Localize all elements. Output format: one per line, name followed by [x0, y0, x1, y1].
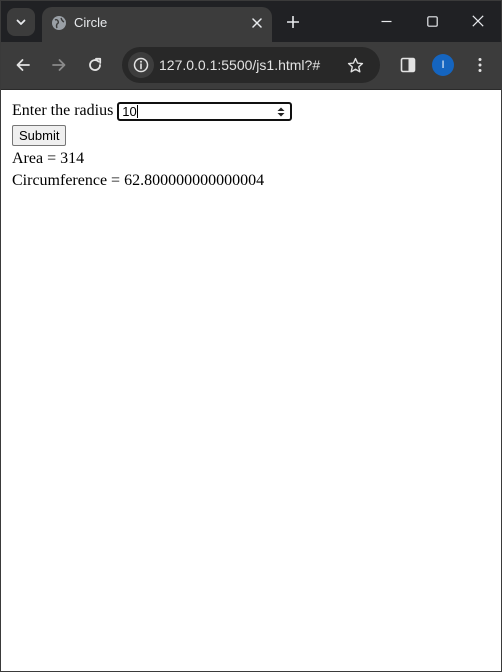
minimize-icon — [381, 20, 391, 22]
star-icon — [347, 57, 363, 72]
tab-search-button[interactable] — [7, 8, 35, 36]
side-panel-button[interactable] — [396, 53, 420, 77]
back-button[interactable] — [11, 53, 35, 77]
forward-button[interactable] — [47, 53, 71, 77]
plus-icon — [287, 16, 299, 28]
arrow-left-icon — [16, 59, 30, 71]
browser-window: Circle 127.0.0.1:5500/js1.html?# I Enter… — [0, 0, 502, 672]
number-spinner[interactable] — [276, 106, 286, 118]
info-icon — [133, 57, 149, 73]
radius-input-value: 10 — [122, 103, 137, 119]
site-info-button[interactable] — [128, 52, 154, 78]
profile-initial: I — [441, 59, 445, 71]
radius-input[interactable]: 10 — [117, 101, 293, 121]
submit-button[interactable]: Submit — [12, 125, 67, 146]
reload-button[interactable] — [83, 53, 107, 77]
close-icon — [252, 18, 262, 28]
text-caret — [137, 104, 139, 118]
maximize-icon — [426, 15, 438, 27]
side-panel-icon — [400, 57, 416, 73]
tab-circle[interactable]: Circle — [42, 7, 272, 42]
radius-label: Enter the radius — [12, 102, 114, 119]
circumference-result: Circumference = 62.800000000000004 — [12, 172, 265, 189]
page-content: Enter the radius 10 Submit Area = 314 Ci… — [1, 90, 501, 671]
close-icon — [472, 15, 484, 27]
close-window-button[interactable] — [455, 1, 501, 41]
bookmark-button[interactable] — [345, 55, 365, 75]
tab-close-button[interactable] — [248, 14, 266, 32]
browser-toolbar: 127.0.0.1:5500/js1.html?# I — [1, 42, 501, 90]
url-text: 127.0.0.1:5500/js1.html?# — [159, 57, 321, 73]
chevron-down-icon — [16, 19, 26, 25]
radius-row: Enter the radius 10 — [12, 101, 293, 121]
browser-menu-button[interactable] — [468, 53, 492, 77]
profile-avatar[interactable]: I — [432, 54, 454, 76]
reload-icon — [89, 57, 102, 71]
maximize-button[interactable] — [409, 1, 455, 41]
kebab-menu-icon — [478, 58, 482, 72]
tab-title: Circle — [74, 15, 108, 30]
minimize-button[interactable] — [363, 1, 409, 41]
arrow-right-icon — [52, 59, 66, 71]
address-bar[interactable]: 127.0.0.1:5500/js1.html?# — [122, 47, 380, 83]
new-tab-button[interactable] — [281, 11, 305, 33]
tab-strip: Circle — [1, 1, 501, 42]
globe-icon — [52, 16, 66, 30]
area-result: Area = 314 — [12, 150, 85, 167]
